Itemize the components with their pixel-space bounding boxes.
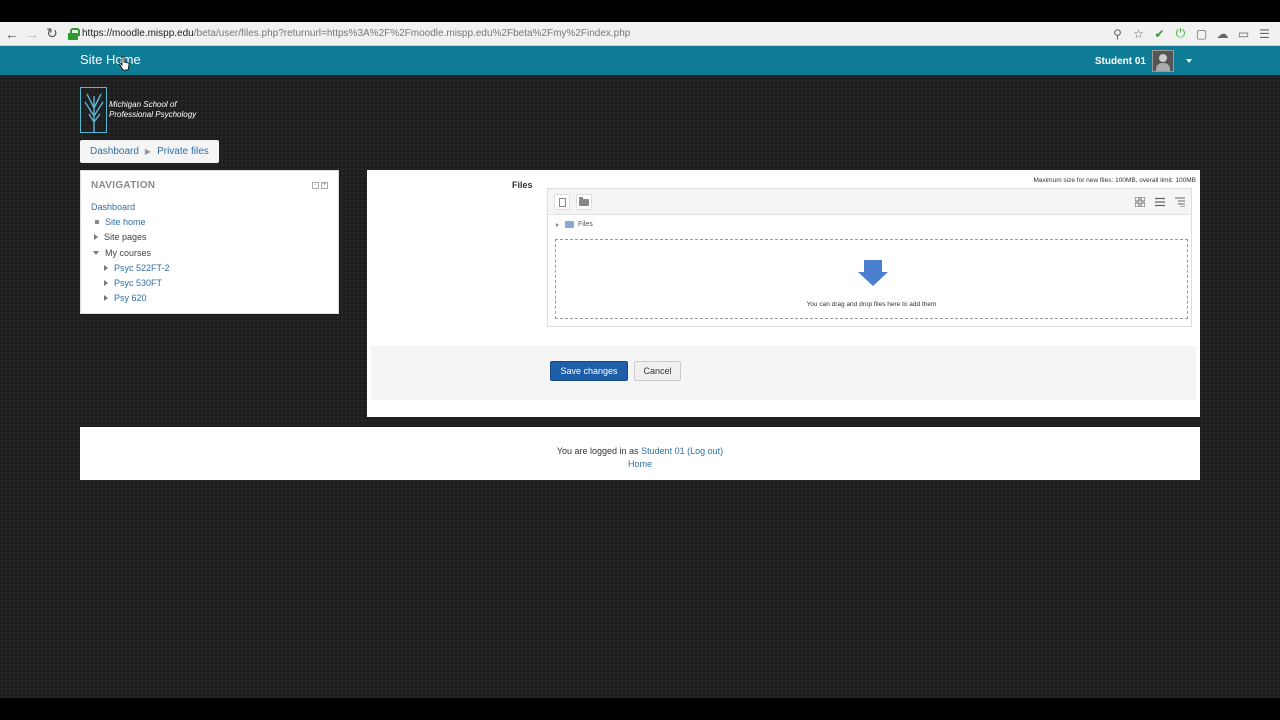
logout-link[interactable]: (Log out) bbox=[687, 446, 723, 456]
path-arrow-icon bbox=[556, 222, 559, 227]
breadcrumb-separator-icon: ▶ bbox=[144, 147, 152, 156]
drop-zone[interactable]: You can drag and drop files here to add … bbox=[555, 239, 1188, 319]
expand-arrow-icon[interactable] bbox=[104, 264, 108, 271]
user-menu[interactable]: Student 01 bbox=[1095, 50, 1192, 72]
bullet-icon bbox=[95, 219, 99, 224]
logo-line-2: Professional Psychology bbox=[109, 110, 197, 119]
chevron-down-icon bbox=[1186, 59, 1192, 63]
path-root[interactable]: Files bbox=[578, 221, 593, 228]
back-arrow-icon[interactable]: ← bbox=[2, 24, 22, 44]
power-icon[interactable]: ⏻ bbox=[1173, 26, 1188, 41]
lock-icon bbox=[68, 27, 80, 40]
nav-item-my-courses[interactable]: My courses bbox=[105, 248, 151, 258]
cancel-button[interactable]: Cancel bbox=[634, 361, 681, 381]
address-bar[interactable]: https://moodle.mispp.edu/beta/user/files… bbox=[68, 24, 1110, 44]
browser-toolbar: ← → ↻ https://moodle.mispp.edu/beta/user… bbox=[0, 22, 1280, 46]
browser-extension-icons: ⚲ ☆ ✔ ⏻ ▢ ☁ ▭ ☰ bbox=[1110, 26, 1272, 41]
checkmark-icon[interactable]: ✔ bbox=[1152, 26, 1167, 41]
nav-item-site-home[interactable]: Site home bbox=[105, 217, 146, 227]
logo-line-1: Michigan School of bbox=[109, 100, 177, 109]
nav-item-course[interactable]: Psyc 522FT-2 bbox=[114, 263, 170, 273]
drop-zone-text: You can drag and drop files here to add … bbox=[806, 301, 937, 308]
expand-arrow-icon[interactable] bbox=[94, 234, 98, 241]
max-size-note: Maximum size for new files: 100MB, overa… bbox=[1033, 177, 1196, 184]
grid-view-icon[interactable] bbox=[1131, 194, 1149, 210]
create-folder-button[interactable] bbox=[576, 194, 592, 210]
folder-icon bbox=[579, 196, 589, 206]
page-footer: You are logged in as Student 01 (Log out… bbox=[80, 427, 1200, 480]
navigation-tree: Dashboard Site home Site pages My course… bbox=[91, 199, 170, 306]
site-navbar: Site Home Student 01 bbox=[0, 46, 1280, 75]
location-pin-icon[interactable]: ⚲ bbox=[1110, 26, 1125, 41]
nav-item-course[interactable]: Psyc 530FT bbox=[114, 278, 162, 288]
url-path: /beta/user/files.php?returnurl=https%3A%… bbox=[193, 28, 631, 39]
expand-arrow-icon[interactable] bbox=[104, 295, 108, 302]
avatar bbox=[1152, 50, 1174, 72]
navigation-title: NAVIGATION bbox=[91, 180, 156, 191]
user-name: Student 01 bbox=[1094, 55, 1146, 67]
screen-bottom-border bbox=[0, 698, 1280, 720]
block-controls: - + bbox=[312, 182, 328, 189]
file-manager-toolbar bbox=[548, 189, 1191, 215]
breadcrumb: Dashboard ▶ Private files bbox=[80, 140, 219, 163]
site-home-link[interactable]: Site Home bbox=[80, 52, 141, 67]
list-view-icon[interactable] bbox=[1151, 194, 1169, 210]
folder-icon bbox=[565, 221, 574, 228]
cloud-icon[interactable]: ☁ bbox=[1215, 26, 1230, 41]
extension-square-icon[interactable]: ▢ bbox=[1194, 26, 1209, 41]
download-arrow-icon bbox=[858, 260, 888, 289]
forward-arrow-icon[interactable]: → bbox=[22, 24, 42, 44]
nav-item-course[interactable]: Psy 620 bbox=[114, 293, 147, 303]
star-icon[interactable]: ☆ bbox=[1131, 26, 1146, 41]
footer-home-link[interactable]: Home bbox=[628, 459, 652, 469]
file-manager: Files You can drag and drop files here t… bbox=[547, 188, 1192, 327]
view-mode-buttons bbox=[1131, 194, 1189, 210]
breadcrumb-private-files[interactable]: Private files bbox=[157, 146, 209, 157]
login-prefix: You are logged in as bbox=[556, 446, 639, 456]
add-file-button[interactable] bbox=[554, 194, 570, 210]
reload-icon[interactable]: ↻ bbox=[42, 24, 62, 44]
private-files-form: Files Maximum size for new files: 100MB,… bbox=[367, 170, 1200, 417]
collapse-arrow-icon[interactable] bbox=[93, 250, 99, 255]
breadcrumb-dashboard[interactable]: Dashboard bbox=[90, 146, 139, 157]
screen-top-border bbox=[0, 0, 1280, 22]
save-changes-button[interactable]: Save changes bbox=[550, 361, 628, 381]
school-logo[interactable]: Michigan School of Professional Psycholo… bbox=[80, 87, 196, 133]
nav-item-dashboard[interactable]: Dashboard bbox=[91, 202, 135, 212]
cast-icon[interactable]: ▭ bbox=[1236, 26, 1251, 41]
files-field-label: Files bbox=[512, 180, 533, 190]
form-actions: Save changes Cancel bbox=[371, 346, 1196, 400]
mouse-cursor-icon bbox=[119, 55, 130, 75]
expand-arrow-icon[interactable] bbox=[104, 280, 108, 287]
dock-block-icon[interactable]: + bbox=[321, 182, 328, 189]
login-info: You are logged in as Student 01 (Log out… bbox=[80, 446, 1200, 456]
folder-path: Files bbox=[556, 221, 593, 228]
footer-user-link[interactable]: Student 01 bbox=[641, 446, 685, 456]
file-icon bbox=[558, 197, 566, 207]
nav-item-site-pages[interactable]: Site pages bbox=[104, 232, 147, 242]
url-host: https://moodle.mispp.edu bbox=[82, 28, 194, 39]
tree-logo-icon bbox=[80, 87, 107, 133]
tree-view-icon[interactable] bbox=[1171, 194, 1189, 210]
menu-icon[interactable]: ☰ bbox=[1257, 26, 1272, 41]
collapse-block-icon[interactable]: - bbox=[312, 182, 319, 189]
navigation-block: NAVIGATION - + Dashboard Site home Site … bbox=[80, 170, 339, 314]
